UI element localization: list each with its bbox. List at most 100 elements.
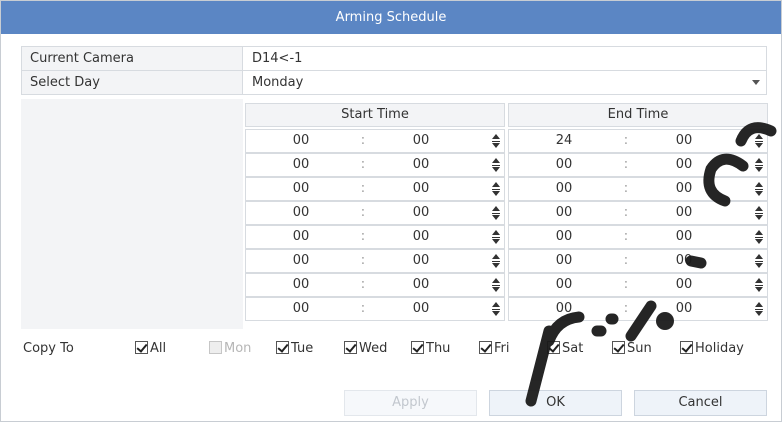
left-panel-spacer [21, 99, 243, 329]
spinner-icon[interactable] [755, 206, 763, 222]
copy-to-wed-checkbox[interactable]: Wed [344, 341, 387, 357]
start-hour-value[interactable]: 00 [286, 250, 316, 272]
spinner-icon[interactable] [755, 302, 763, 318]
start-time-cell[interactable]: 00: 00 [245, 177, 505, 201]
start-time-cell[interactable]: 00: 00 [245, 225, 505, 249]
checkbox-icon [547, 341, 560, 354]
start-minute-value[interactable]: 00 [406, 250, 436, 272]
start-hour-value[interactable]: 00 [286, 178, 316, 200]
apply-button[interactable]: Apply [344, 390, 477, 416]
end-time-cell[interactable]: 00: 00 [508, 201, 768, 225]
spinner-icon[interactable] [755, 158, 763, 174]
copy-to-tue-checkbox[interactable]: Tue [276, 341, 313, 357]
spinner-icon[interactable] [492, 230, 500, 246]
current-camera-label: Current Camera [22, 47, 243, 70]
end-minute-value[interactable]: 00 [669, 298, 699, 320]
end-hour-value[interactable]: 00 [549, 154, 579, 176]
cancel-button[interactable]: Cancel [634, 390, 767, 416]
end-time-cell[interactable]: 00: 00 [508, 249, 768, 273]
end-time-cell[interactable]: 00: 00 [508, 177, 768, 201]
end-time-cell[interactable]: 00: 00 [508, 153, 768, 177]
start-minute-value[interactable]: 00 [406, 154, 436, 176]
start-time-cell[interactable]: 00: 00 [245, 153, 505, 177]
end-time-cell[interactable]: 00: 00 [508, 297, 768, 321]
start-hour-value[interactable]: 00 [286, 202, 316, 224]
select-day-dropdown[interactable]: Monday [252, 71, 762, 94]
copy-to-holiday-checkbox[interactable]: Holiday [680, 341, 744, 357]
copy-to-thu-checkbox[interactable]: Thu [411, 341, 450, 357]
start-time-cell[interactable]: 00: 00 [245, 297, 505, 321]
spinner-icon[interactable] [755, 134, 763, 150]
spinner-icon[interactable] [492, 134, 500, 150]
start-time-cell[interactable]: 00: 00 [245, 273, 505, 297]
end-time-cell[interactable]: 24: 00 [508, 129, 768, 153]
end-minute-value[interactable]: 00 [669, 202, 699, 224]
start-minute-value[interactable]: 00 [406, 226, 436, 248]
end-minute-value[interactable]: 00 [669, 274, 699, 296]
copy-to-fri-checkbox[interactable]: Fri [479, 341, 510, 357]
spinner-icon[interactable] [755, 278, 763, 294]
start-hour-value[interactable]: 00 [286, 130, 316, 152]
spinner-icon[interactable] [492, 158, 500, 174]
time-separator: : [623, 133, 629, 148]
checkbox-icon [276, 341, 289, 354]
copy-to-all-checkbox[interactable]: All [135, 341, 166, 357]
ok-button[interactable]: OK [489, 390, 622, 416]
spinner-icon[interactable] [492, 278, 500, 294]
spinner-icon[interactable] [755, 182, 763, 198]
start-time-cell[interactable]: 00: 00 [245, 129, 505, 153]
start-minute-value[interactable]: 00 [406, 298, 436, 320]
start-hour-value[interactable]: 00 [286, 226, 316, 248]
spinner-icon[interactable] [755, 254, 763, 270]
end-minute-value[interactable]: 00 [669, 250, 699, 272]
end-minute-value[interactable]: 00 [669, 226, 699, 248]
spinner-icon[interactable] [492, 182, 500, 198]
end-time-header: End Time [508, 103, 768, 127]
end-hour-value[interactable]: 24 [549, 130, 579, 152]
checkbox-icon [612, 341, 625, 354]
checkbox-icon [411, 341, 424, 354]
end-hour-value[interactable]: 00 [549, 226, 579, 248]
checkbox-label: Fri [494, 341, 510, 356]
end-hour-value[interactable]: 00 [549, 298, 579, 320]
start-hour-value[interactable]: 00 [286, 298, 316, 320]
checkbox-icon [479, 341, 492, 354]
time-separator: : [360, 277, 366, 292]
checkbox-icon [209, 341, 222, 354]
checkbox-icon [135, 341, 148, 354]
end-time-cell[interactable]: 00: 00 [508, 273, 768, 297]
start-minute-value[interactable]: 00 [406, 130, 436, 152]
time-separator: : [360, 205, 366, 220]
checkbox-label: Sun [627, 341, 652, 356]
start-minute-value[interactable]: 00 [406, 178, 436, 200]
start-hour-value[interactable]: 00 [286, 154, 316, 176]
end-hour-value[interactable]: 00 [549, 202, 579, 224]
end-hour-value[interactable]: 00 [549, 250, 579, 272]
start-time-cell[interactable]: 00: 00 [245, 201, 505, 225]
end-minute-value[interactable]: 00 [669, 178, 699, 200]
end-minute-value[interactable]: 00 [669, 130, 699, 152]
time-separator: : [360, 301, 366, 316]
end-hour-value[interactable]: 00 [549, 178, 579, 200]
start-minute-value[interactable]: 00 [406, 202, 436, 224]
end-hour-value[interactable]: 00 [549, 274, 579, 296]
spinner-icon[interactable] [492, 206, 500, 222]
chevron-down-icon[interactable] [752, 80, 760, 85]
time-separator: : [623, 157, 629, 172]
time-separator: : [623, 253, 629, 268]
end-time-cell[interactable]: 00: 00 [508, 225, 768, 249]
spinner-icon[interactable] [755, 230, 763, 246]
spinner-icon[interactable] [492, 254, 500, 270]
copy-to-sun-checkbox[interactable]: Sun [612, 341, 652, 357]
dialog-title: Arming Schedule [1, 1, 781, 34]
start-minute-value[interactable]: 00 [406, 274, 436, 296]
time-separator: : [623, 205, 629, 220]
spinner-icon[interactable] [492, 302, 500, 318]
copy-to-sat-checkbox[interactable]: Sat [547, 341, 583, 357]
arming-schedule-dialog: Arming Schedule Current Camera D14<-1 Se… [0, 0, 782, 422]
end-minute-value[interactable]: 00 [669, 154, 699, 176]
start-time-cell[interactable]: 00: 00 [245, 249, 505, 273]
start-hour-value[interactable]: 00 [286, 274, 316, 296]
checkbox-icon [680, 341, 693, 354]
checkbox-label: Holiday [695, 341, 744, 356]
